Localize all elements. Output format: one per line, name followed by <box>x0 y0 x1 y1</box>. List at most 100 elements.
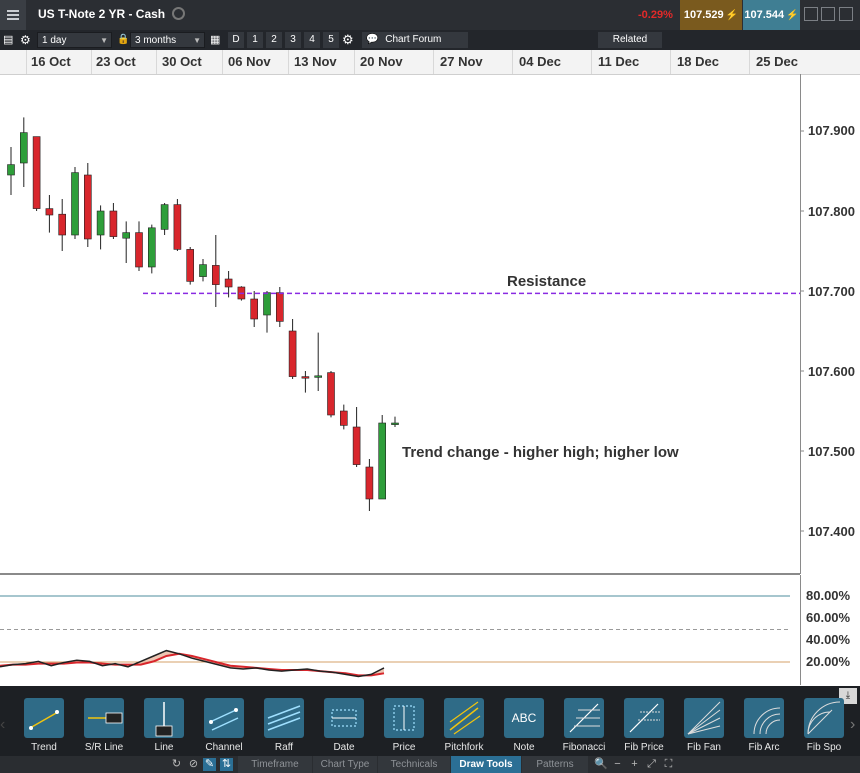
tool-date[interactable]: Date <box>314 698 374 754</box>
bolt-icon: ⚡ <box>725 9 739 21</box>
pencil-icon[interactable]: ✎ <box>203 758 216 771</box>
candle-body <box>45 208 54 216</box>
tool-sr-line[interactable]: S/R Line <box>74 698 134 754</box>
price-tick: 107.700 <box>808 284 855 299</box>
tool-label: Date <box>333 742 355 753</box>
calendar-icon[interactable]: ▦ <box>210 32 220 48</box>
candle-body <box>7 164 15 176</box>
menu-icon[interactable] <box>0 0 26 30</box>
trend-line-icon <box>24 698 64 738</box>
minimize-icon[interactable] <box>804 7 818 21</box>
candle-body <box>327 372 335 416</box>
tab-patterns[interactable]: Patterns <box>522 756 588 773</box>
scroll-left-icon[interactable]: ‹ <box>0 716 10 736</box>
instrument-title: US T-Note 2 YR - Cash <box>38 7 166 21</box>
tab-timeframe[interactable]: Timeframe <box>238 756 312 773</box>
instrument-header: US T-Note 2 YR - Cash -0.29% 107.529 ⚡ 10… <box>0 0 860 30</box>
candle-body <box>391 422 399 425</box>
interval-select[interactable]: 1 day ▼ <box>37 32 112 48</box>
ask-price: 107.544 <box>744 9 785 21</box>
fibonacci-icon <box>564 698 604 738</box>
candle-body <box>314 375 323 378</box>
tool-raff[interactable]: Raff <box>254 698 314 754</box>
tool-label: Raff <box>274 742 294 753</box>
tool-trend[interactable]: Trend <box>14 698 74 754</box>
tool-label: Trend <box>31 742 57 753</box>
tool-price[interactable]: Price <box>374 698 434 754</box>
tab-technicals[interactable]: Technicals <box>378 756 450 773</box>
tool-label: S/R Line <box>84 742 124 753</box>
tool-note[interactable]: ABC Note <box>494 698 554 754</box>
fib-spiral-icon <box>804 698 844 738</box>
magnet-icon[interactable]: ⇅ <box>220 758 233 771</box>
settings-list-icon[interactable]: ▤ <box>3 32 13 48</box>
tool-channel[interactable]: Channel <box>194 698 254 754</box>
osc-tick: 40.00% <box>806 632 851 647</box>
chart-forum-button[interactable]: 💬 Chart Forum <box>362 32 468 48</box>
price-chart[interactable]: 107.900 107.800 107.700 107.600 107.500 … <box>0 74 860 574</box>
period-button[interactable]: 2 <box>266 32 282 48</box>
oscillator-chart[interactable]: 80.00% 60.00% 40.00% 20.00% <box>0 575 860 685</box>
search-icon[interactable] <box>172 7 185 20</box>
candle <box>327 371 335 418</box>
zoom-in-icon[interactable]: + <box>628 758 641 771</box>
note-icon-text: ABC <box>512 711 537 725</box>
candle-body <box>339 410 348 426</box>
period-button[interactable]: 3 <box>285 32 301 48</box>
tab-chart-type[interactable]: Chart Type <box>313 756 377 773</box>
refresh-icon[interactable]: ↻ <box>170 758 183 771</box>
tool-label: Fib Spo <box>806 742 842 753</box>
candle-body <box>275 292 284 322</box>
period-button[interactable]: 4 <box>304 32 320 48</box>
candle <box>263 291 271 333</box>
fit-icon[interactable]: ⤢ <box>645 758 658 771</box>
candle <box>109 203 118 239</box>
lock-icon[interactable]: 🔒 <box>117 32 129 48</box>
candle-body <box>58 213 67 236</box>
candle <box>173 199 182 251</box>
tool-line[interactable]: Line <box>134 698 194 754</box>
range-value: 3 months <box>135 35 177 46</box>
gear-icon[interactable]: ⚙ <box>342 32 354 48</box>
tab-draw-tools[interactable]: Draw Tools <box>451 756 521 773</box>
candle <box>212 235 220 307</box>
popout-icon[interactable] <box>821 7 835 21</box>
candle-body <box>365 466 374 500</box>
period-button[interactable]: D <box>228 32 244 48</box>
candle-body <box>109 210 118 237</box>
sell-price-button[interactable]: 107.529 ⚡ <box>680 0 742 30</box>
fib-price-icon <box>624 698 664 738</box>
date-label: 06 Nov <box>228 54 271 69</box>
zoom-icon[interactable]: 🔍 <box>594 758 608 771</box>
tool-pitchfork[interactable]: Pitchfork <box>434 698 494 754</box>
tool-fib-price[interactable]: Fib Price <box>614 698 674 754</box>
tool-fib-fan[interactable]: Fib Fan <box>674 698 734 754</box>
candle <box>352 407 361 467</box>
zoom-out-icon[interactable]: − <box>611 758 624 771</box>
tool-fib-arc[interactable]: Fib Arc <box>734 698 794 754</box>
candle <box>7 147 15 195</box>
date-label: 11 Dec <box>598 54 640 69</box>
period-button[interactable]: 5 <box>323 32 339 48</box>
gear-icon[interactable]: ⚙ <box>20 32 31 48</box>
channel-icon <box>204 698 244 738</box>
close-icon[interactable] <box>839 7 853 21</box>
tool-fibonacci[interactable]: Fibonacci <box>554 698 614 754</box>
tool-label: Channel <box>205 742 243 753</box>
vertical-line-icon <box>144 698 184 738</box>
clear-icon[interactable]: ⊘ <box>187 758 200 771</box>
price-tick: 107.400 <box>808 524 855 539</box>
fullscreen-icon[interactable]: ⛶ <box>662 758 675 771</box>
candle <box>186 247 194 285</box>
raff-channel-icon <box>264 698 304 738</box>
period-button[interactable]: 1 <box>247 32 263 48</box>
buy-price-button[interactable]: 107.544 ⚡ <box>743 0 800 30</box>
candle-body <box>135 232 143 268</box>
candle-body <box>160 204 169 230</box>
range-select[interactable]: 3 months ▼ <box>130 32 205 48</box>
price-tick: 107.800 <box>808 204 855 219</box>
tool-fib-spiral[interactable]: Fib Spo <box>794 698 854 754</box>
related-button[interactable]: Related <box>598 32 662 48</box>
candle-body <box>212 265 220 285</box>
candle-body <box>19 132 28 164</box>
